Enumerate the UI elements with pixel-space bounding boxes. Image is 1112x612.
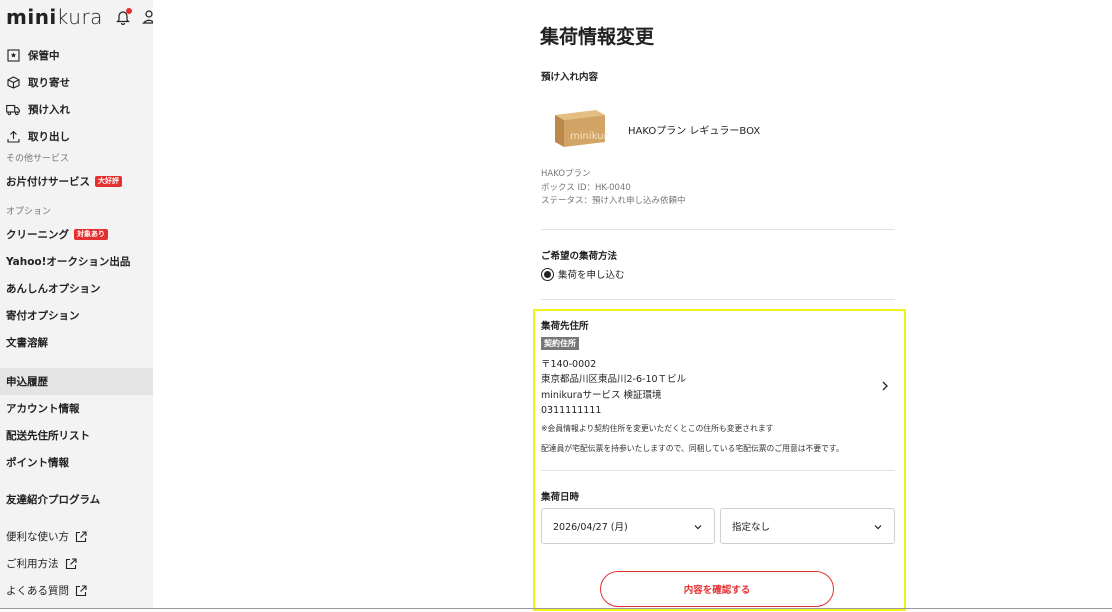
sidebar-item-donation-option[interactable]: 寄付オプション — [0, 302, 153, 329]
sidebar-item-label: アカウント情報 — [6, 403, 80, 415]
meta-status: ステータス：預け入れ申し込み依頼中 — [541, 196, 686, 206]
pickup-time-select[interactable]: 指定なし — [720, 508, 895, 544]
pickup-address-block[interactable]: 〒140-0002 東京都品川区東品川2-6-10Ｔビル minikuraサービ… — [541, 357, 686, 418]
divider — [541, 229, 895, 230]
phone-number: 0311111111 — [541, 404, 602, 416]
sidebar-item-label: 取り寄せ — [28, 77, 70, 89]
sidebar-item-anshin-option[interactable]: あんしんオプション — [0, 275, 153, 302]
divider — [541, 470, 895, 471]
sidebar-item-yahoo-auction[interactable]: Yahoo!オークション出品 — [0, 248, 153, 275]
sidebar-item-cleaning[interactable]: クリーニング 対象あり — [0, 221, 153, 248]
cardboard-box-image: minikura — [550, 103, 614, 149]
chevron-down-icon — [873, 522, 883, 532]
chevron-right-icon[interactable] — [880, 378, 890, 392]
user-account-icon[interactable] — [141, 9, 153, 25]
package-icon — [6, 76, 20, 90]
pickup-date-value: 2026/04/27 (月) — [553, 522, 628, 533]
box-logo-text: minikura — [570, 131, 608, 142]
sidebar-item-label: 申込履歴 — [6, 376, 48, 388]
sidebar-item-label: 文書溶解 — [6, 337, 48, 349]
notification-bell-icon[interactable] — [115, 8, 132, 26]
pickup-time-value: 指定なし — [732, 522, 771, 533]
pickup-method-option-label: 集荷を申し込む — [558, 270, 625, 281]
pickup-method-radio[interactable]: 集荷を申し込む — [541, 267, 625, 281]
sidebar-item-label: Yahoo!オークション出品 — [6, 256, 131, 268]
notification-dot — [125, 8, 132, 14]
storage-box-icon — [6, 49, 20, 63]
sidebar-item-document-dissolve[interactable]: 文書溶解 — [0, 329, 153, 356]
sidebar-item-cleanup-service[interactable]: お片付けサービス 大好評 — [0, 168, 153, 195]
sidebar-item-label: お片付けサービス — [6, 176, 90, 188]
brand-row: minikura — [0, 0, 153, 34]
sidebar-item-deposit[interactable]: 預け入れ — [0, 96, 153, 123]
contract-address-tag: 契約住所 — [541, 337, 579, 350]
sidebar-item-usage[interactable]: ご利用方法 — [0, 550, 153, 577]
postal-code: 〒140-0002 — [541, 359, 597, 370]
external-link-icon — [65, 557, 77, 570]
sidebar-item-points[interactable]: ポイント情報 — [0, 449, 153, 476]
page-title: 集荷情報変更 — [540, 26, 655, 48]
pickup-datetime-heading: 集荷日時 — [541, 492, 580, 503]
deposit-contents-heading: 預け入れ内容 — [541, 72, 599, 83]
pickup-method-heading: ご希望の集荷方法 — [541, 251, 618, 262]
section-label-options: オプション — [6, 207, 52, 217]
viewport-edge-line — [0, 608, 1112, 609]
pickup-address-heading: 集荷先住所 — [541, 321, 589, 332]
sidebar-item-order[interactable]: 取り寄せ — [0, 69, 153, 96]
confirm-button[interactable]: 内容を確認する — [600, 571, 834, 607]
sidebar: minikura 保管中 取り寄せ 預け入れ 取り出し その他サービス お片付け… — [0, 0, 153, 608]
popular-badge: 大好評 — [95, 176, 122, 187]
sidebar-item-label: 配送先住所リスト — [6, 430, 90, 442]
pickup-date-select[interactable]: 2026/04/27 (月) — [541, 508, 715, 544]
sidebar-item-label: クリーニング — [6, 229, 69, 241]
address-change-note: ※会員情報より契約住所を変更いただくとこの住所も変更されます — [541, 424, 774, 433]
delivery-slip-note: 配達員が宅配伝票を持参いたしますので、同梱している宅配伝票のご用意は不要です。 — [541, 444, 844, 453]
section-label-other-services: その他サービス — [6, 154, 70, 164]
sidebar-item-referral[interactable]: 友達紹介プログラム — [0, 486, 153, 513]
sidebar-item-label: 友達紹介プログラム — [6, 494, 101, 506]
sidebar-item-faq[interactable]: よくある質問 — [0, 577, 153, 604]
sidebar-item-howto[interactable]: 便利な使い方 — [0, 523, 153, 550]
sidebar-item-label: あんしんオプション — [6, 283, 101, 295]
minikura-logo[interactable]: minikura — [6, 5, 103, 29]
meta-plan: HAKOプラン — [541, 169, 591, 179]
sidebar-item-retrieve[interactable]: 取り出し — [0, 123, 153, 150]
sidebar-item-storage[interactable]: 保管中 — [0, 42, 153, 69]
sidebar-item-account[interactable]: アカウント情報 — [0, 395, 153, 422]
sidebar-item-label: 保管中 — [28, 50, 60, 62]
upload-icon — [6, 130, 20, 144]
box-meta: HAKOプラン ボックス ID：HK-0040 ステータス：預け入れ申し込み依頼… — [541, 168, 686, 209]
divider — [541, 299, 895, 300]
product-name: HAKOプラン レギュラーBOX — [628, 126, 761, 137]
meta-box-id: ボックス ID：HK-0040 — [541, 182, 631, 193]
sidebar-item-label: ポイント情報 — [6, 457, 69, 469]
company-name: minikuraサービス 検証環境 — [541, 389, 662, 401]
sidebar-item-history[interactable]: 申込履歴 — [0, 368, 153, 395]
sidebar-item-label: 預け入れ — [28, 104, 70, 116]
sidebar-item-label: 便利な使い方 — [6, 531, 69, 543]
chevron-down-icon — [693, 522, 703, 532]
eligible-badge: 対象あり — [74, 229, 108, 240]
highlight-frame — [533, 309, 906, 611]
external-link-icon — [75, 530, 87, 543]
address-line: 東京都品川区東品川2-6-10Ｔビル — [541, 374, 687, 386]
sidebar-item-label: 寄付オプション — [6, 310, 80, 322]
sidebar-item-label: よくある質問 — [6, 585, 69, 597]
external-link-icon — [75, 584, 87, 597]
sidebar-item-label: ご利用方法 — [6, 558, 59, 570]
sidebar-item-label: 取り出し — [28, 131, 70, 143]
sidebar-item-delivery-list[interactable]: 配送先住所リスト — [0, 422, 153, 449]
radio-selected-icon[interactable] — [541, 267, 554, 281]
truck-icon — [6, 103, 20, 117]
